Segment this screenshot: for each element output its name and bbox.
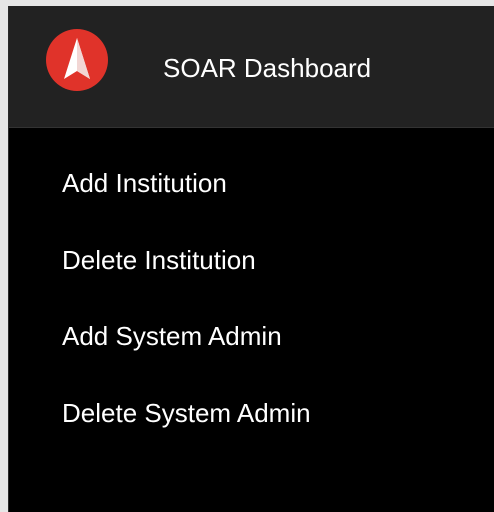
arrow-icon [64,38,90,79]
app-title: SOAR Dashboard [163,53,372,83]
soar-logo-icon[interactable] [46,29,108,91]
app-window: SOAR Dashboard Add Institution Delete In… [0,0,494,512]
menu-item-add-institution[interactable]: Add Institution [62,168,227,198]
sidebar: SOAR Dashboard Add Institution Delete In… [8,6,494,512]
menu-item-add-system-admin[interactable]: Add System Admin [62,321,282,351]
menu-item-delete-system-admin[interactable]: Delete System Admin [62,398,311,428]
menu-item-delete-institution[interactable]: Delete Institution [62,245,256,275]
sidebar-header: SOAR Dashboard [9,6,494,128]
